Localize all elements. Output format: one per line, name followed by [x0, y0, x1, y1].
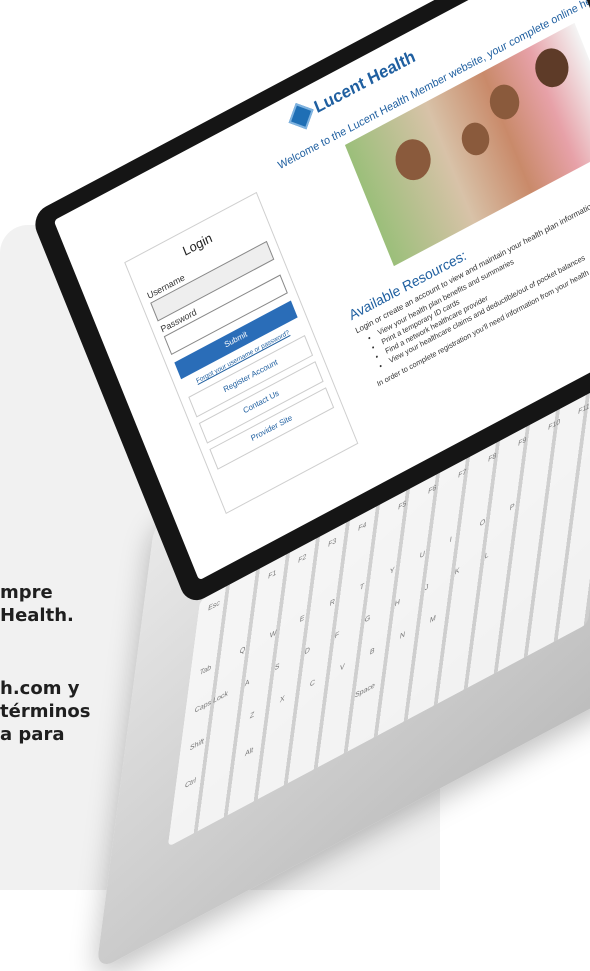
key-label: U — [419, 550, 426, 561]
key-label: L — [484, 551, 490, 561]
background-text-line: Health. — [0, 605, 74, 626]
key-label: X — [279, 694, 285, 705]
key-label: Esc — [207, 599, 221, 613]
key-label: F10 — [547, 418, 561, 433]
logo-cube-icon — [288, 102, 314, 130]
key-label: Ctrl — [184, 776, 197, 791]
login-panel: Login Username Password Submit Forgot yo… — [124, 191, 359, 515]
key-label: C — [309, 678, 316, 689]
key-label: S — [274, 662, 280, 673]
key-label: Shift — [189, 737, 205, 753]
key-label: F4 — [357, 521, 367, 534]
key-label: O — [479, 518, 486, 529]
person-face — [484, 79, 525, 125]
key-label: F1 — [267, 569, 277, 582]
key-label: W — [269, 629, 277, 641]
key-label: F7 — [457, 468, 467, 481]
key-label: F11 — [577, 402, 590, 417]
background-text-line: mpre — [0, 582, 53, 603]
key-label: Tab — [199, 663, 212, 678]
key-label: F — [334, 630, 340, 641]
background-text-line: términos — [0, 701, 91, 722]
key-label: F2 — [297, 553, 307, 566]
key-label: Caps Lock — [194, 689, 229, 716]
key-label: D — [304, 646, 311, 657]
background-text-line: a para — [0, 724, 65, 745]
person-face — [529, 42, 575, 94]
key-label: P — [509, 502, 515, 513]
key-label: Q — [239, 645, 246, 657]
key-label: V — [339, 662, 345, 673]
key-label: A — [244, 678, 250, 689]
key-label: H — [394, 598, 401, 609]
key-label: N — [399, 630, 406, 642]
key-label: R — [329, 598, 336, 609]
person-face — [389, 132, 437, 187]
person-face — [457, 117, 494, 161]
key-label: E — [299, 614, 305, 625]
key-label: F3 — [327, 537, 337, 550]
key-label: G — [364, 614, 371, 625]
key-label: F9 — [517, 436, 527, 449]
key-label: K — [454, 566, 460, 577]
key-label: I — [449, 535, 453, 545]
key-label: J — [424, 583, 429, 593]
key-label: Alt — [244, 746, 254, 759]
key-label: Z — [249, 710, 255, 721]
key-label: Space — [354, 681, 376, 700]
key-label: F6 — [427, 484, 437, 496]
key-label: T — [359, 582, 365, 593]
key-label: B — [369, 646, 375, 657]
key-label: Y — [389, 566, 395, 577]
key-label: F8 — [487, 452, 497, 465]
key-label: M — [429, 614, 437, 626]
key-label: F5 — [397, 500, 407, 512]
background-text-line: h.com y — [0, 678, 80, 699]
